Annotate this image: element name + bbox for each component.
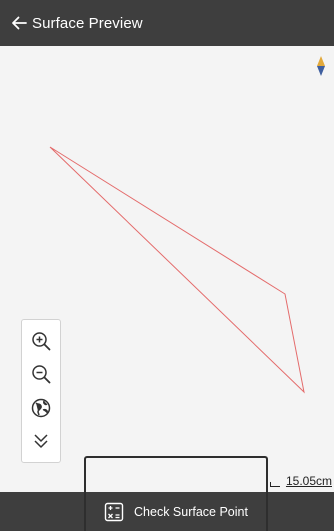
surface-preview-screen: Surface Preview 15.05cm Check Surface Po… xyxy=(0,0,334,531)
globe-button[interactable] xyxy=(26,393,56,423)
map-tool-panel xyxy=(21,319,61,463)
map-canvas[interactable]: 15.05cm xyxy=(0,46,334,492)
collapse-tools-button[interactable] xyxy=(26,426,56,456)
scale-label: 15.05cm xyxy=(285,474,332,488)
zoom-out-icon xyxy=(32,365,51,384)
check-surface-point-button[interactable]: Check Surface Point xyxy=(84,492,268,531)
scale-tick xyxy=(270,482,280,487)
chevron-double-down-icon xyxy=(34,434,48,448)
calculator-icon xyxy=(104,502,124,521)
zoom-in-button[interactable] xyxy=(26,326,56,356)
back-button[interactable] xyxy=(8,0,30,46)
title-bar: Surface Preview xyxy=(0,0,334,46)
zoom-out-button[interactable] xyxy=(26,359,56,389)
page-title: Surface Preview xyxy=(32,14,143,32)
arrow-left-icon xyxy=(12,16,27,30)
zoom-in-icon xyxy=(32,332,51,351)
scale-bar: 15.05cm xyxy=(266,474,332,490)
north-compass-icon[interactable] xyxy=(316,56,326,76)
check-surface-point-label: Check Surface Point xyxy=(134,504,248,519)
surface-polygon xyxy=(49,146,305,394)
globe-icon xyxy=(31,398,51,417)
